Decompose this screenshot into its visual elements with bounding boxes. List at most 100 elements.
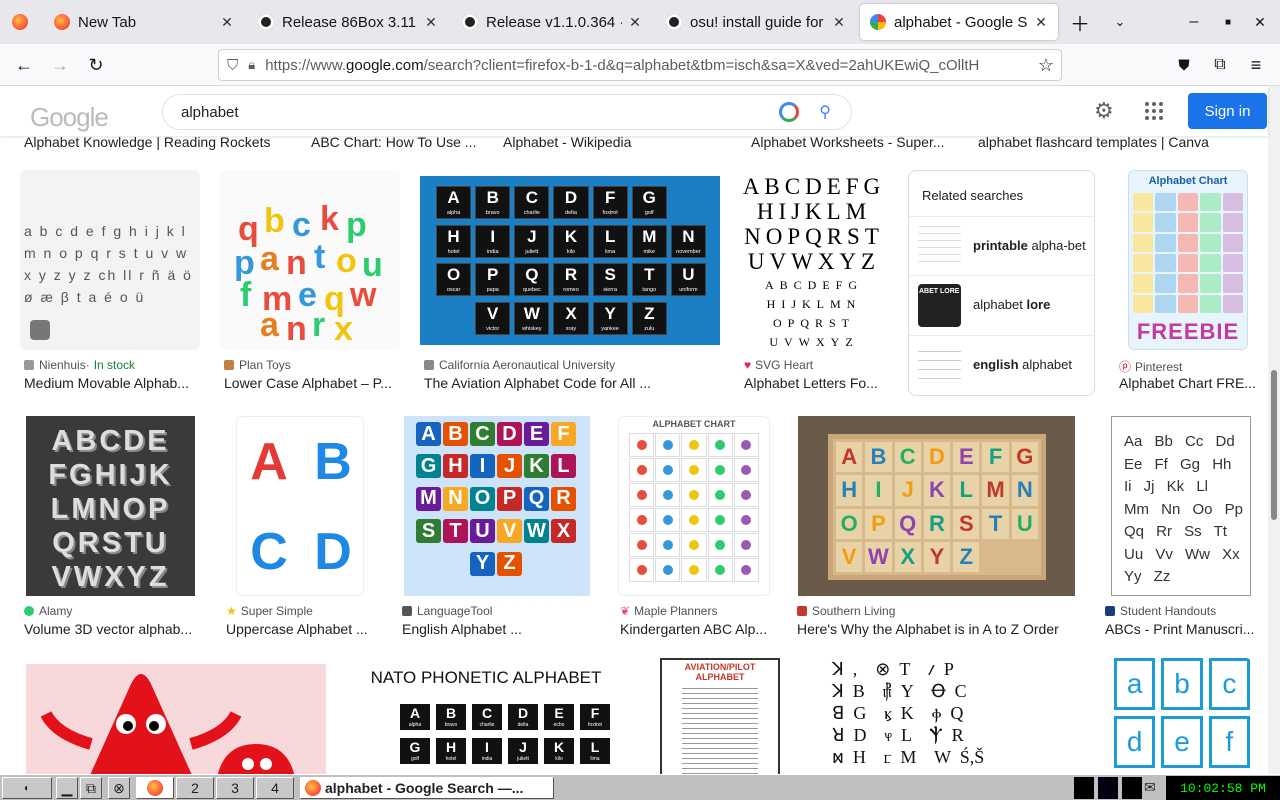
result-caption[interactable]: Medium Movable Alphab... [24, 375, 200, 391]
search-box[interactable]: alphabet ⚲ [162, 94, 852, 130]
list-tabs-button[interactable]: ⌄ [1106, 8, 1134, 36]
result-caption[interactable]: Alphabet - Wikipedia [503, 136, 703, 150]
shield-icon[interactable]: ⛉ [227, 57, 238, 74]
result-caption[interactable]: ABCs - Print Manuscri... [1105, 621, 1255, 637]
result-caption[interactable]: alphabet flashcard templates | Canva [978, 136, 1228, 150]
tab-osu-guide[interactable]: osu! install guide for L ✕ [656, 4, 856, 40]
workspace-1-button[interactable] [136, 777, 174, 799]
result-caption[interactable]: Lower Case Alphabet – P... [224, 375, 400, 391]
sign-in-button[interactable]: Sign in [1188, 93, 1267, 129]
svg-text:r: r [312, 306, 325, 344]
aviation-letter: V [487, 303, 499, 323]
result-caption[interactable]: Kindergarten ABC Alp... [620, 621, 770, 637]
close-tab-icon[interactable]: ✕ [424, 14, 438, 31]
close-tab-icon[interactable]: ✕ [220, 14, 234, 31]
back-button[interactable]: ← [10, 51, 38, 79]
tab-release-v1[interactable]: Release v1.1.0.364 · 86 ✕ [452, 4, 652, 40]
result-image-alphabet-chart-freebie[interactable]: Alphabet Chart FREEBIE [1128, 170, 1248, 350]
result-caption[interactable]: Here's Why the Alphabet is in A to Z Ord… [797, 621, 1077, 637]
tab-google-search[interactable]: alphabet - Google Sea ✕ [860, 4, 1058, 40]
result-image-aviation-pilot-alphabet[interactable]: AVIATION/PILOT ALPHABET [642, 658, 798, 774]
lens-icon[interactable] [779, 102, 800, 122]
bookmark-star-icon[interactable]: ☆ [1032, 51, 1060, 79]
pocket-icon[interactable]: ⛊ [1170, 51, 1198, 79]
result-image-alphabet-lore-a[interactable] [26, 664, 326, 774]
result-caption[interactable]: Alphabet Worksheets - Super... [751, 136, 951, 150]
result-image-kindergarten-abc[interactable]: ALPHABET CHART [618, 416, 770, 596]
abc-picture-cell [707, 533, 733, 557]
lock-icon[interactable]: 🔒︎ [248, 57, 255, 73]
search-input[interactable]: alphabet [181, 104, 779, 121]
workspace-2-button[interactable]: 2 [176, 777, 214, 799]
result-caption[interactable]: Alphabet Knowledge | Reading Rockets [24, 136, 284, 150]
related-search-english-alphabet[interactable]: english alphabet [909, 335, 1094, 394]
minimize-button[interactable]: – [1180, 8, 1208, 36]
tab-86box-release[interactable]: Release 86Box 3.11 · 86 ✕ [248, 4, 448, 40]
close-window-button[interactable]: ✕ [1246, 8, 1274, 36]
related-search-printable-alphabet[interactable]: printable alpha-bet [909, 216, 1094, 275]
result-caption[interactable]: English Alphabet ... [402, 621, 592, 637]
settings-icon[interactable]: ⊗ [108, 777, 130, 799]
extensions-icon[interactable]: ⧉ [1206, 51, 1234, 79]
result-image-english-alphabet[interactable]: ABCDEF GHIJKL MNOPQR STUVWX YZ [404, 416, 590, 596]
window-list-button[interactable]: ⧉ [80, 777, 102, 799]
result-image-print-manuscript[interactable]: Aa Bb Cc Dd Ee Ff Gg Hh Ii Jj Kk Ll Mm Nn O… [1111, 416, 1251, 596]
settings-gear-icon[interactable]: ⚙ [1094, 98, 1114, 124]
alphabet-letter-tile: N [443, 486, 468, 511]
wooden-letter: O [836, 508, 863, 539]
menu-icon[interactable]: ≡ [1242, 51, 1270, 79]
start-menu-button[interactable]: ◐ [2, 777, 52, 799]
result-image-svg-heart-letters[interactable]: ABCDEFG HIJKLM NOPQRST UVWXYZ ABCDEFG HIJKLM… [740, 170, 888, 350]
aviation-letter-tile: Aalpha [436, 186, 472, 219]
search-icon[interactable]: ⚲ [819, 102, 831, 122]
chart-cell [1133, 213, 1154, 232]
forward-button[interactable]: → [46, 51, 74, 79]
result-image-ancient-scripts[interactable]: ꓘ , ⊗ T ⳇ P ꓘ B ⳦ Y Ꝋ C ꓭ G ⳤ K ⲫ Q ꓤ D … [818, 658, 1080, 774]
result-image-3d-vector-alphabet[interactable]: ABCDE FGHIJK LMNOP QRSTU VWXYZ [26, 416, 195, 596]
picture-icon [662, 490, 673, 500]
tab-new-tab[interactable]: New Tab ✕ [44, 4, 244, 40]
chart-cell [1200, 274, 1221, 293]
result-caption[interactable]: Volume 3D vector alphab... [24, 621, 200, 637]
workspace-3-button[interactable]: 3 [216, 777, 254, 799]
site-favicon-icon [24, 360, 34, 370]
nato-letter-tile: Iindia [472, 738, 502, 764]
taskbar-window-firefox[interactable]: alphabet - Google Search —... [300, 777, 554, 799]
related-search-alphabet-lore[interactable]: ABET LORE : SEA alphabet lore [909, 275, 1094, 334]
result-caption[interactable]: The Aviation Alphabet Code for All ... [424, 375, 700, 391]
chart-cell [1155, 233, 1176, 252]
close-tab-icon[interactable]: ✕ [832, 14, 846, 31]
aviation-letter: F [604, 188, 616, 207]
aviation-letter-tile: Ttango [631, 263, 667, 296]
close-tab-icon[interactable]: ✕ [628, 14, 642, 31]
result-caption[interactable]: Uppercase Alphabet ... [226, 621, 376, 637]
site-favicon-icon [402, 606, 412, 616]
apps-grid-icon[interactable] [1145, 102, 1163, 120]
result-caption[interactable]: ABC Chart: How To Use ... [311, 136, 481, 150]
result-image-aviation-alphabet[interactable]: Aalpha Bbravo Ccharlie Ddelta Ffoxtrot Ggolf H… [420, 176, 720, 345]
result-image-nato-phonetic[interactable]: NATO PHONETIC ALPHABET Aalpha Bbravo Cchar… [352, 658, 620, 774]
alphabet-letter-tile: G [416, 454, 441, 479]
picture-icon [662, 515, 673, 525]
mail-icon[interactable]: ✉ [1144, 779, 1156, 796]
close-tab-icon[interactable]: ✕ [1034, 14, 1048, 31]
firefox-view-button[interactable] [6, 8, 34, 36]
result-image-movable-alphabet[interactable]: a b c d e f g h i j k l m n o p q r s t … [20, 170, 200, 350]
result-caption[interactable]: Alphabet Letters Fo... [744, 375, 888, 391]
new-tab-button[interactable]: ＋ [1066, 8, 1094, 36]
google-logo[interactable]: Google [30, 102, 109, 133]
minimize-all-button[interactable]: ▁ [56, 777, 78, 799]
scrollbar-thumb[interactable] [1271, 370, 1277, 520]
url-bar[interactable]: ⛉ 🔒︎ https://www. google.com/search?clien… [218, 49, 1062, 81]
abc-picture-cell [655, 483, 681, 507]
result-caption[interactable]: Alphabet Chart FRE... [1119, 375, 1259, 391]
result-image-plan-toys[interactable]: qbckp pantou fmeqw anrx [220, 170, 400, 350]
maximize-button[interactable]: ■ [1214, 8, 1242, 36]
result-image-letter-cards[interactable]: abcdef [1102, 658, 1252, 774]
workspace-4-button[interactable]: 4 [256, 777, 294, 799]
result-image-wooden-letter-tray[interactable]: ABCDEFG HIJKLMN OPQRSTU VWXYZ [798, 416, 1075, 596]
result-image-uppercase-alphabet[interactable]: A B C D [236, 416, 364, 596]
wooden-letter: M [982, 475, 1009, 506]
page-scrollbar[interactable] [1268, 86, 1280, 774]
reload-button[interactable]: ↻ [82, 51, 110, 79]
